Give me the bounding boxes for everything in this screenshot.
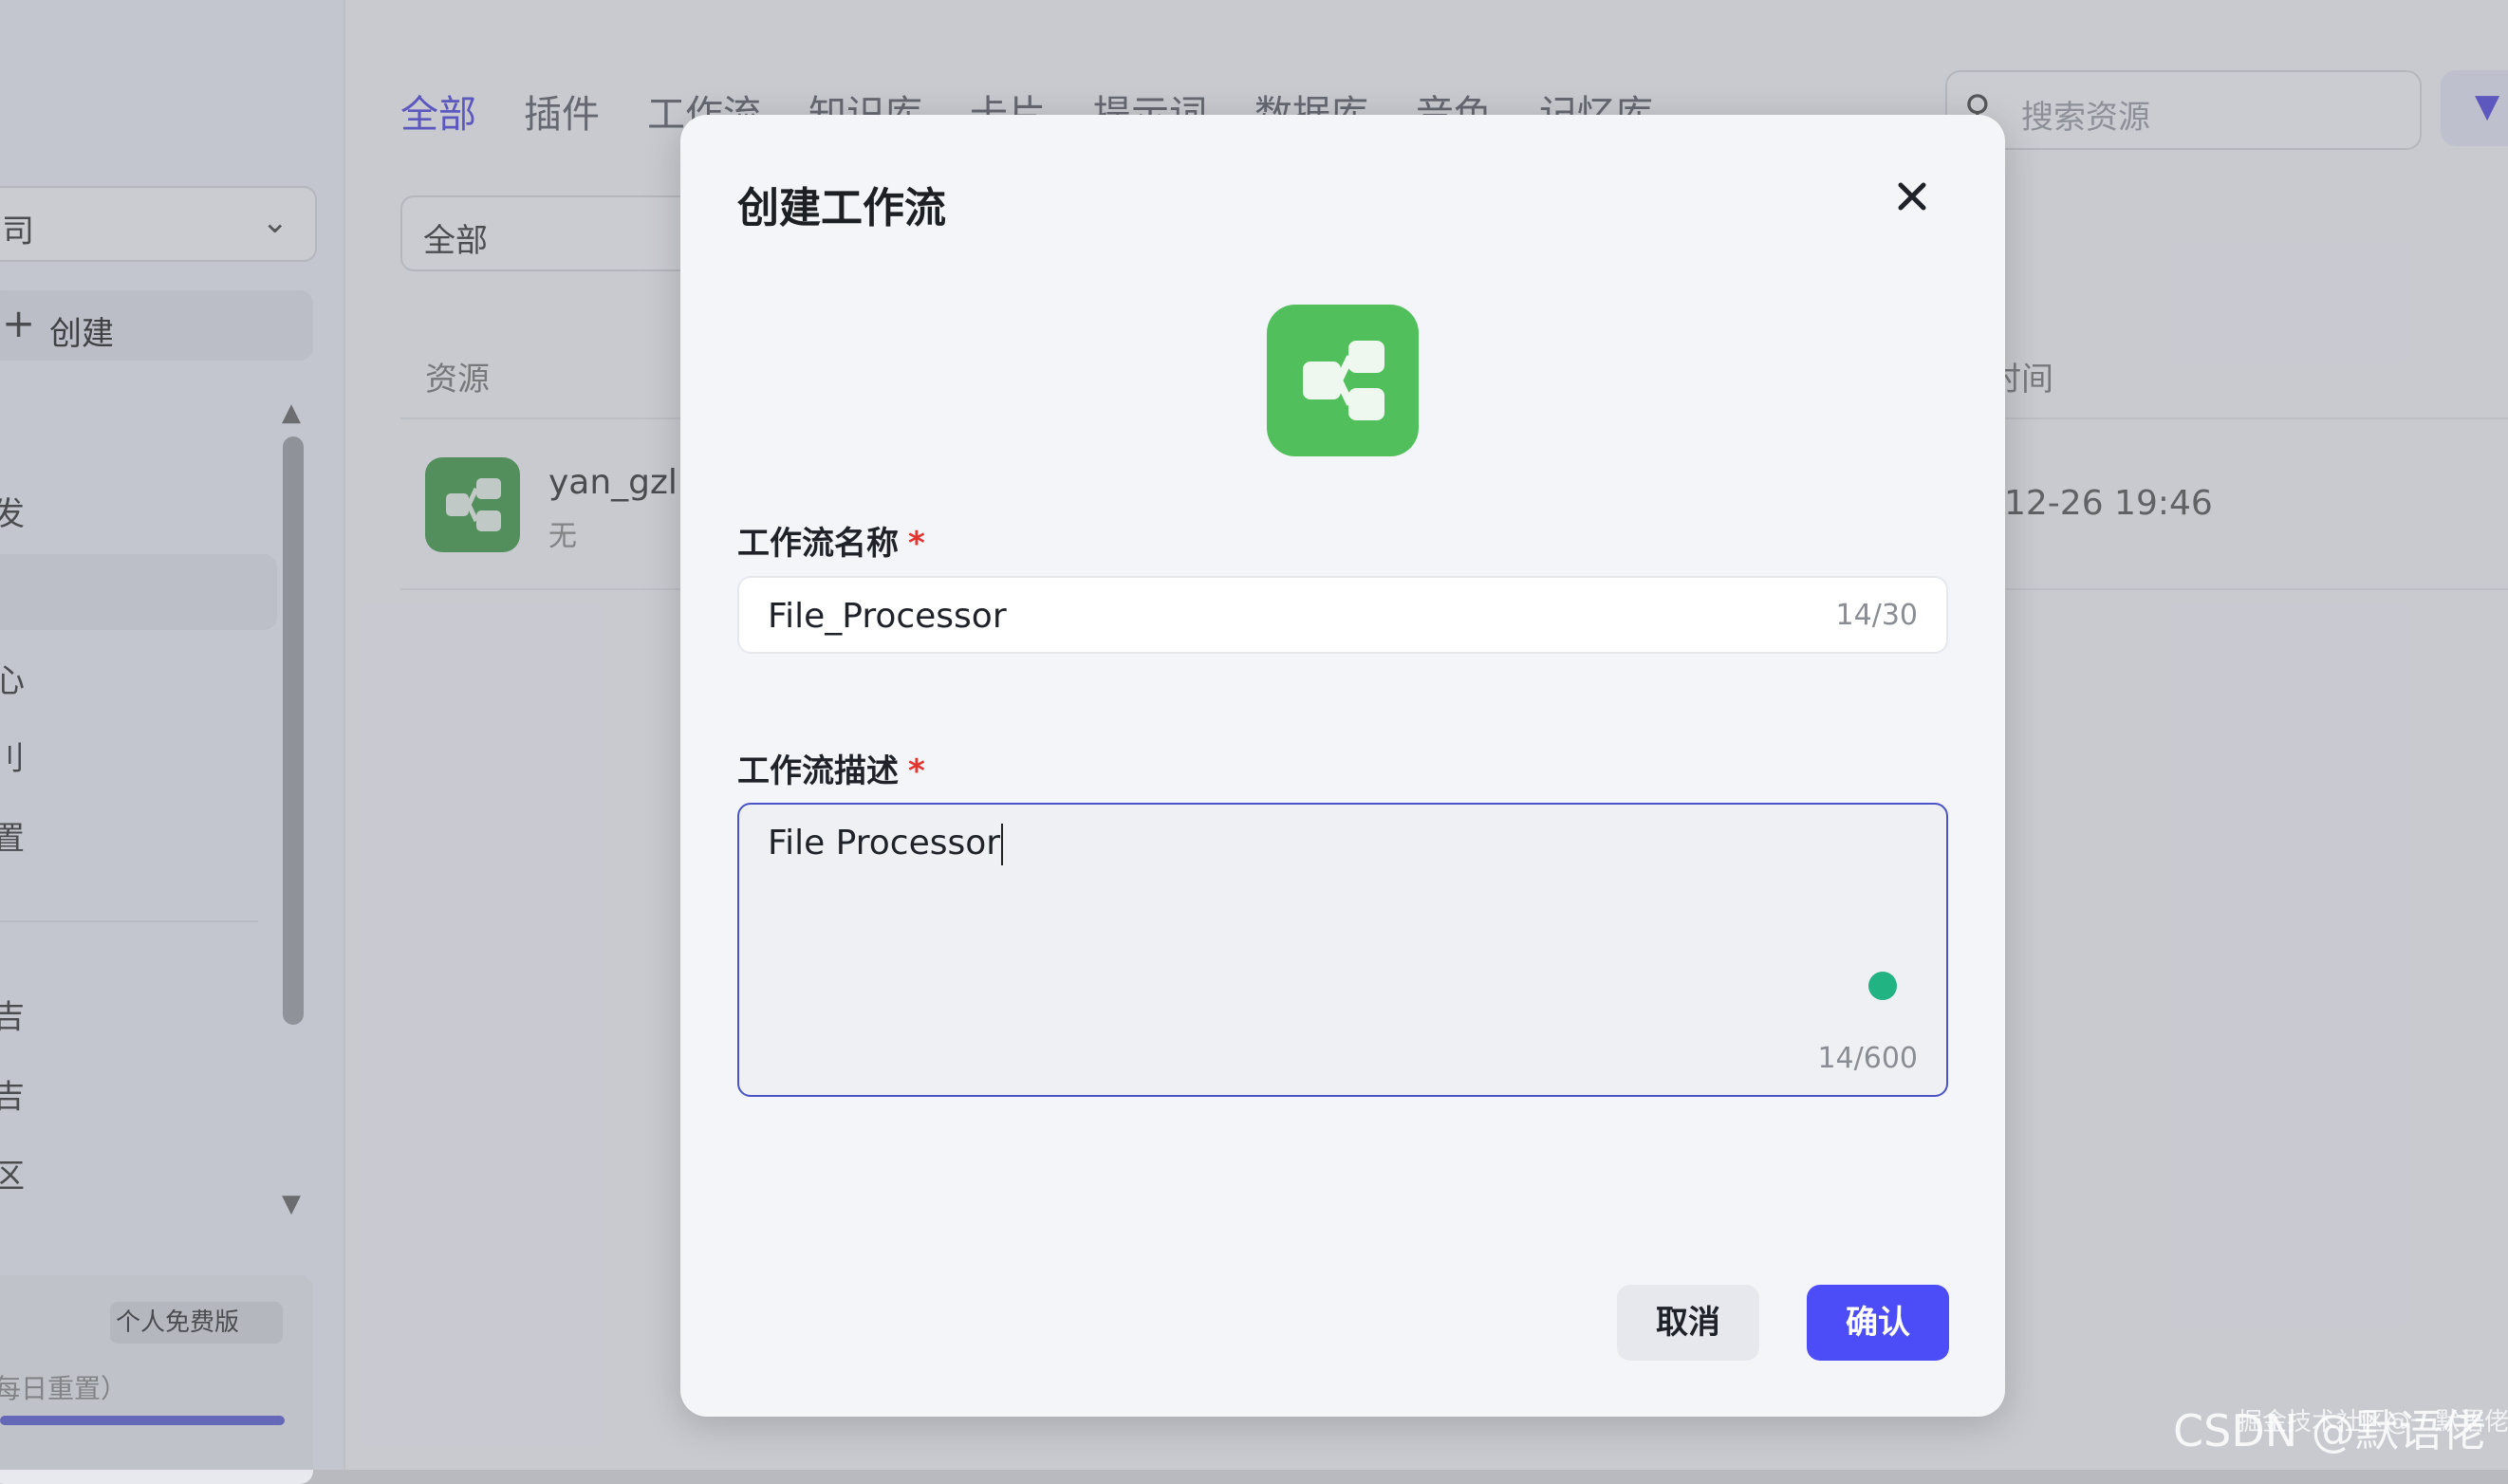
create-workflow-dialog: 创建工作流 工作流名称 * File_Processor 14/30 工作流描述 *… <box>680 115 2005 1417</box>
cancel-button[interactable]: 取消 <box>1617 1285 1759 1361</box>
workflow-desc-label-text: 工作流描述 <box>737 752 899 790</box>
required-asterisk: * <box>908 525 925 563</box>
workflow-desc-value: File Processor <box>768 824 1001 863</box>
dialog-title: 创建工作流 <box>737 184 946 232</box>
watermark-small: 掘金技术社区@一默语佬 <box>2238 1408 2508 1437</box>
workflow-name-label-text: 工作流名称 <box>737 525 899 563</box>
workflow-icon <box>1267 305 1419 456</box>
workflow-name-value: File_Processor <box>768 597 1007 636</box>
confirm-button[interactable]: 确认 <box>1807 1285 1949 1361</box>
workflow-desc-label: 工作流描述 * <box>737 745 925 791</box>
workflow-desc-textarea[interactable]: File Processor 14/600 <box>737 803 1948 1097</box>
required-asterisk: * <box>908 752 925 790</box>
workflow-desc-char-count: 14/600 <box>1817 1042 1918 1075</box>
grammarly-status-dot-icon[interactable] <box>1868 972 1897 1000</box>
workflow-desc-value-wrap: File Processor <box>768 824 1004 865</box>
workflow-name-input[interactable]: File_Processor 14/30 <box>737 576 1948 654</box>
workflow-name-label: 工作流名称 * <box>737 517 925 564</box>
close-icon[interactable] <box>1886 170 1939 223</box>
workflow-name-char-count: 14/30 <box>1835 599 1918 632</box>
text-caret <box>1001 824 1004 865</box>
